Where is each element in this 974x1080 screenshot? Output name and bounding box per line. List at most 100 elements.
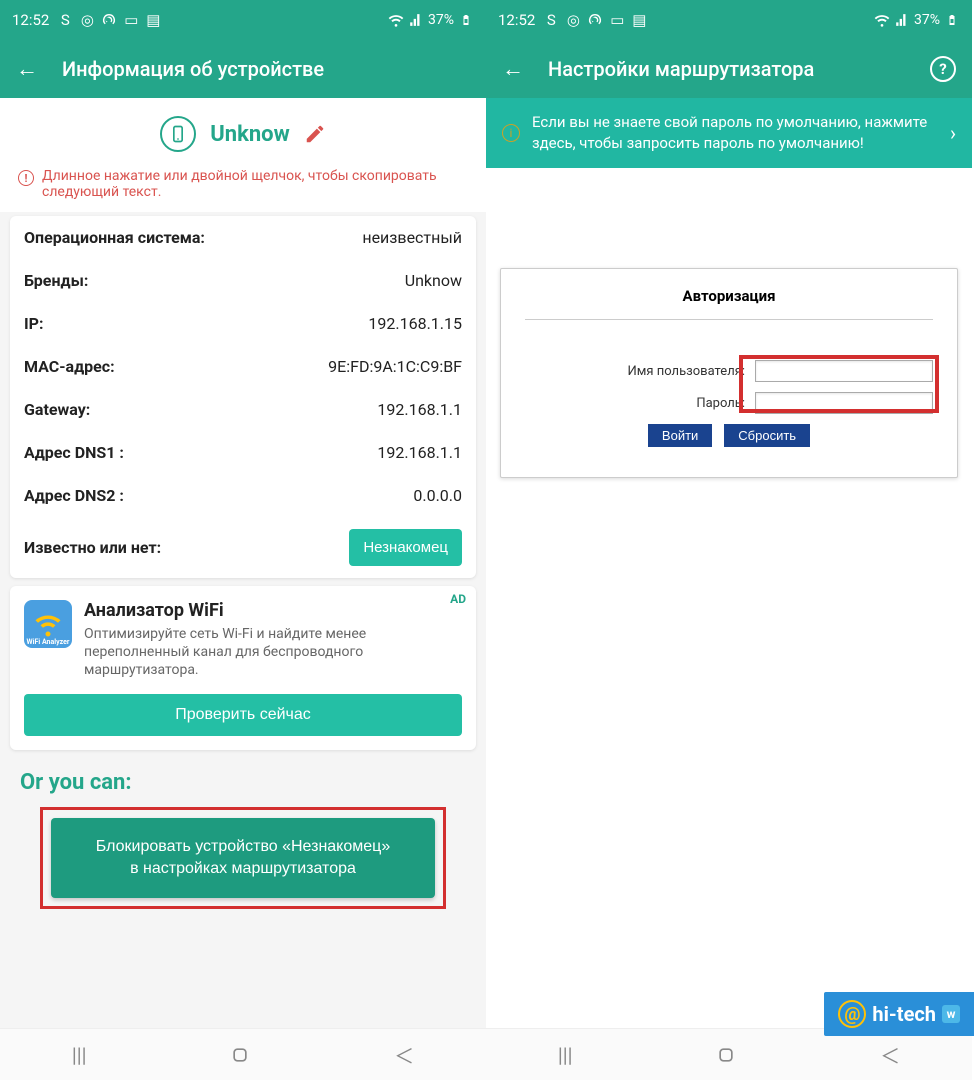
info-row-brand[interactable]: Бренды: Unknow (10, 259, 476, 302)
status-bar: 12:52 S ◎ ▭ ▤ 37% (486, 0, 972, 40)
password-label: Пароль: (525, 396, 755, 411)
back-arrow-icon[interactable]: ← (16, 56, 38, 82)
page-title: Настройки маршрутизатора (548, 57, 906, 81)
info-row-known: Известно или нет: Незнакомец (10, 517, 476, 578)
home-button[interactable] (230, 1045, 250, 1065)
ip-value: 192.168.1.15 (368, 314, 462, 333)
status-time: 12:52 (12, 11, 49, 29)
device-header: Unknow (0, 98, 486, 162)
gateway-label: Gateway: (24, 400, 90, 419)
info-icon: i (502, 124, 520, 142)
stranger-button[interactable]: Незнакомец (349, 529, 462, 566)
device-icon: ▭ (123, 12, 139, 28)
watermark: @ hi-tech w (824, 992, 974, 1036)
info-row-mac[interactable]: MAC-адрес: 9E:FD:9A:1C:C9:BF (10, 345, 476, 388)
info-row-gateway[interactable]: Gateway: 192.168.1.1 (10, 388, 476, 431)
back-arrow-icon[interactable]: ← (502, 56, 524, 82)
phone-left: 12:52 S ◎ ▭ ▤ 37% ← (0, 0, 486, 1080)
recents-button[interactable]: ||| (558, 1043, 573, 1067)
device-icon: ▭ (609, 12, 625, 28)
login-buttons: Войти Сбросить (525, 424, 933, 447)
battery-icon (944, 12, 960, 28)
battery-percent: 37% (914, 12, 940, 28)
back-button[interactable]: ＜ (394, 1040, 414, 1069)
dns2-value: 0.0.0.0 (413, 486, 462, 505)
chevron-right-icon: › (950, 121, 956, 145)
app-icon-s: S (57, 12, 73, 28)
password-input[interactable] (755, 392, 933, 414)
vk-icon: w (942, 1005, 960, 1023)
battery-icon (458, 12, 474, 28)
watermark-text: hi-tech (872, 1002, 936, 1026)
known-label: Известно или нет: (24, 538, 161, 557)
status-bar: 12:52 S ◎ ▭ ▤ 37% (0, 0, 486, 40)
wifi-analyzer-icon (33, 609, 63, 639)
mac-value: 9E:FD:9A:1C:C9:BF (328, 357, 462, 376)
navigation-bar: ||| ＜ (0, 1028, 486, 1080)
info-row-os[interactable]: Операционная система: неизвестный (10, 216, 476, 259)
os-label: Операционная система: (24, 228, 205, 247)
hint-text: Длинное нажатие или двойной щелчок, чтоб… (42, 168, 468, 200)
block-device-button[interactable]: Блокировать устройство «Незнакомец» в на… (51, 818, 435, 899)
login-title: Авторизация (525, 287, 933, 320)
block-highlight-box: Блокировать устройство «Незнакомец» в на… (40, 807, 446, 910)
device-name: Unknow (210, 122, 290, 147)
ad-badge: AD (450, 592, 466, 606)
status-time: 12:52 (498, 11, 535, 29)
device-phone-icon (160, 116, 196, 152)
os-value: неизвестный (362, 228, 462, 247)
info-icon: ! (18, 170, 34, 186)
info-banner[interactable]: i Если вы не знаете свой пароль по умолч… (486, 98, 972, 168)
instagram-icon: ◎ (79, 12, 95, 28)
ad-icon-label: WiFi Analyzer (27, 638, 70, 646)
brand-value: Unknow (405, 271, 462, 290)
login-card: Авторизация Имя пользователя: Пароль: Во… (500, 268, 958, 478)
ad-description: Оптимизируйте сеть Wi-Fi и найдите менее… (84, 625, 462, 680)
device-info-card: Операционная система: неизвестный Бренды… (10, 216, 476, 578)
username-input[interactable] (755, 360, 933, 382)
gallery-icon: ▤ (631, 12, 647, 28)
banner-text: Если вы не знаете свой пароль по умолчан… (532, 112, 938, 154)
wifi-tether-icon (587, 12, 603, 28)
login-row-user: Имя пользователя: (525, 360, 933, 382)
ad-card: AD WiFi Analyzer Анализатор WiFi Оптимиз… (10, 586, 476, 750)
login-reset-button[interactable]: Сбросить (724, 424, 810, 447)
login-row-pass: Пароль: (525, 392, 933, 414)
instagram-icon: ◎ (565, 12, 581, 28)
signal-icon (408, 12, 424, 28)
wifi-icon (388, 12, 404, 28)
ip-label: IP: (24, 314, 44, 333)
ad-title: Анализатор WiFi (84, 600, 462, 621)
signal-icon (894, 12, 910, 28)
ad-check-button[interactable]: Проверить сейчас (24, 694, 462, 736)
app-bar: ← Информация об устройстве (0, 40, 486, 98)
or-you-can-text: Or you can: (0, 758, 486, 803)
edit-icon[interactable] (304, 123, 326, 145)
recents-button[interactable]: ||| (72, 1043, 87, 1067)
info-row-dns2[interactable]: Адрес DNS2 : 0.0.0.0 (10, 474, 476, 517)
wifi-tether-icon (101, 12, 117, 28)
battery-percent: 37% (428, 12, 454, 28)
at-icon: @ (838, 1000, 866, 1028)
gateway-value: 192.168.1.1 (377, 400, 462, 419)
phone-right: 12:52 S ◎ ▭ ▤ 37% ← (486, 0, 972, 1080)
dns1-value: 192.168.1.1 (377, 443, 462, 462)
login-submit-button[interactable]: Войти (648, 424, 712, 447)
username-label: Имя пользователя: (525, 364, 755, 379)
copy-hint: ! Длинное нажатие или двойной щелчок, чт… (0, 162, 486, 212)
dns1-label: Адрес DNS1 : (24, 443, 124, 462)
content-area: i Если вы не знаете свой пароль по умолч… (486, 98, 972, 1028)
help-icon[interactable]: ? (930, 56, 956, 82)
content-area: Unknow ! Длинное нажатие или двойной щел… (0, 98, 486, 1028)
info-row-ip[interactable]: IP: 192.168.1.15 (10, 302, 476, 345)
ad-app-icon[interactable]: WiFi Analyzer (24, 600, 72, 648)
home-button[interactable] (716, 1045, 736, 1065)
app-bar: ← Настройки маршрутизатора ? (486, 40, 972, 98)
back-button[interactable]: ＜ (880, 1040, 900, 1069)
mac-label: MAC-адрес: (24, 357, 115, 376)
info-row-dns1[interactable]: Адрес DNS1 : 192.168.1.1 (10, 431, 476, 474)
gallery-icon: ▤ (145, 12, 161, 28)
brand-label: Бренды: (24, 271, 88, 290)
app-icon-s: S (543, 12, 559, 28)
page-title: Информация об устройстве (62, 57, 470, 81)
